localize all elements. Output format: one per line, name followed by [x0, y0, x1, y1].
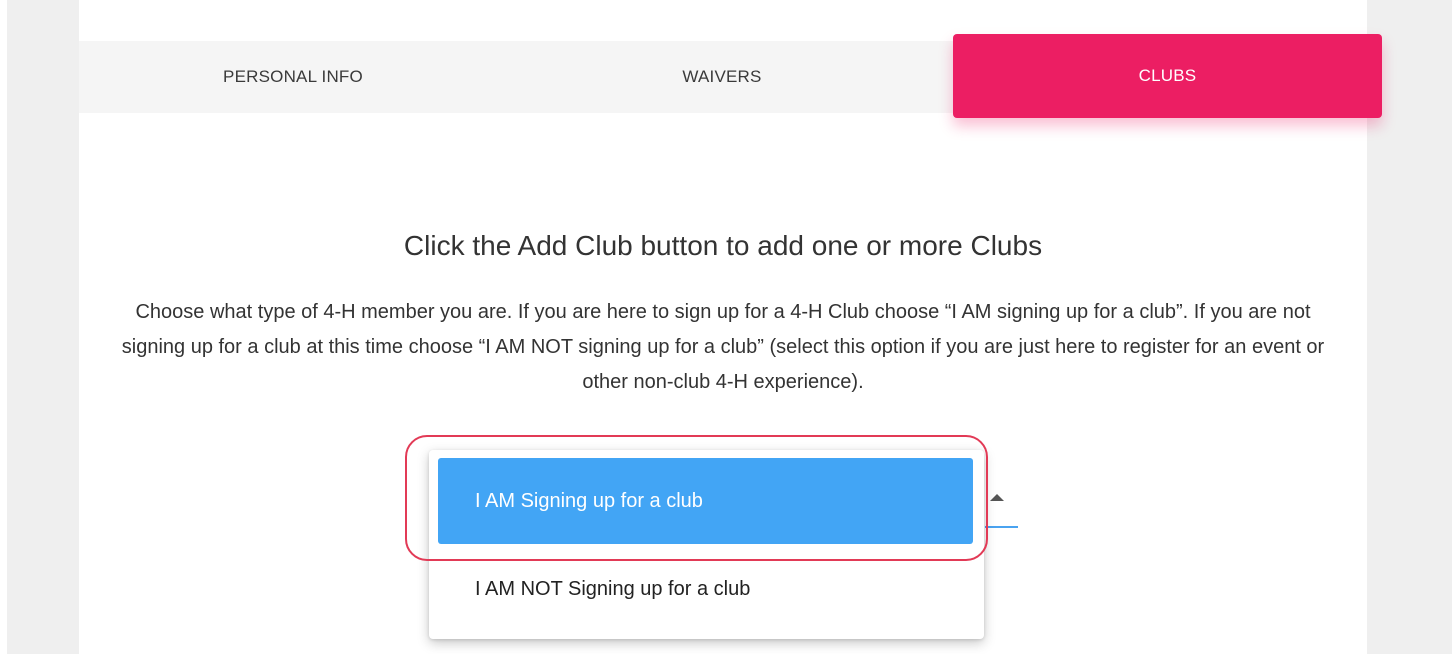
tab-personal-info-label: PERSONAL INFO	[223, 67, 363, 86]
tab-clubs-label: CLUBS	[1138, 66, 1197, 85]
page-heading: Click the Add Club button to add one or …	[403, 230, 1043, 261]
instructions-text: Choose what type of 4-H member you are. …	[121, 301, 1325, 393]
tab-clubs[interactable]: CLUBS	[953, 34, 1382, 118]
step-tabs: PERSONAL INFO WAIVERS CLUBS	[79, 34, 1382, 118]
registration-panel: PERSONAL INFO WAIVERS CLUBS Click the Ad…	[79, 0, 1382, 654]
option-not-signing-up-label: I AM NOT Signing up for a club	[475, 577, 751, 600]
tab-personal-info[interactable]: PERSONAL INFO	[79, 41, 507, 113]
tab-waivers-label: WAIVERS	[682, 67, 762, 86]
page-edge	[0, 0, 7, 654]
option-not-signing-up[interactable]: I AM NOT Signing up for a club	[438, 546, 973, 632]
option-signing-up-label: I AM Signing up for a club	[475, 489, 703, 512]
tab-waivers[interactable]: WAIVERS	[507, 41, 937, 113]
caret-up-icon[interactable]	[990, 494, 1004, 501]
select-underline	[985, 526, 1018, 528]
option-signing-up[interactable]: I AM Signing up for a club	[438, 458, 973, 544]
member-type-dropdown[interactable]: I AM Signing up for a club I AM NOT Sign…	[429, 450, 984, 639]
